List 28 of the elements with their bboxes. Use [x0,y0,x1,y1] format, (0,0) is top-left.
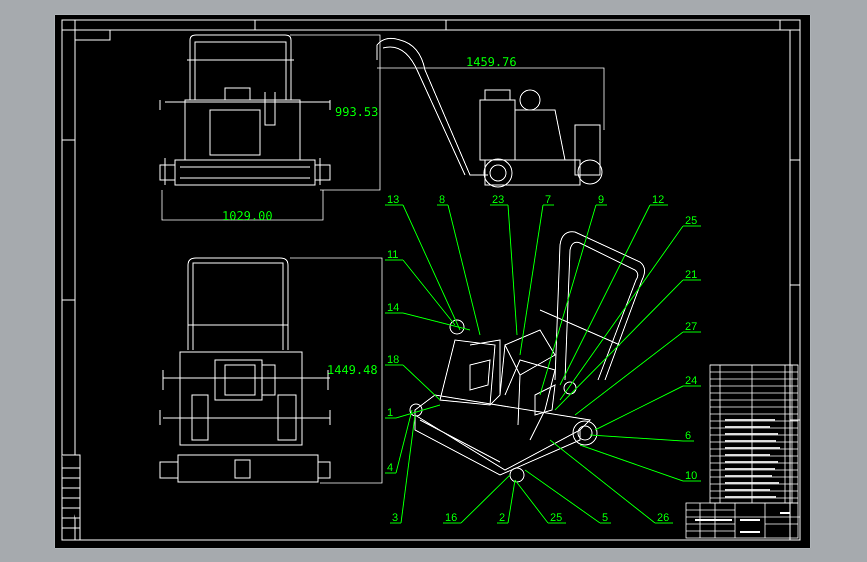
part-number-label: 12 [652,194,664,206]
part-number-label: 8 [439,194,446,206]
part-number-label: 23 [492,194,504,206]
part-number-label: 4 [387,462,394,474]
part-number-label: 1 [387,407,394,419]
part-number-label: 24 [685,375,698,387]
part-number-label: 2 [499,512,506,524]
part-number-label: 14 [387,302,400,314]
part-number-label: 16 [445,512,458,524]
part-number-label: 27 [685,321,698,333]
part-number-label: 13 [387,194,400,206]
part-number-label: 18 [387,354,400,366]
part-number-label: 7 [545,194,552,206]
part-number-label: 5 [602,512,608,524]
dimension-label: 1459.76 [466,55,517,69]
part-number-label: 3 [392,512,398,524]
part-number-label: 25 [685,215,698,227]
part-number-label: 9 [598,194,604,206]
part-number-label: 10 [685,470,698,482]
leader-line [384,364,440,400]
part-number-label: 6 [685,430,692,442]
part-number-label: 25 [550,512,562,524]
part-number-label: 11 [387,249,398,261]
part-number-label: 26 [657,512,670,524]
dimension-label: 1029.00 [222,209,273,223]
part-number-label: 21 [685,269,698,281]
dimension-label: 1449.48 [327,363,378,377]
dimension-label: 993.53 [335,105,378,119]
